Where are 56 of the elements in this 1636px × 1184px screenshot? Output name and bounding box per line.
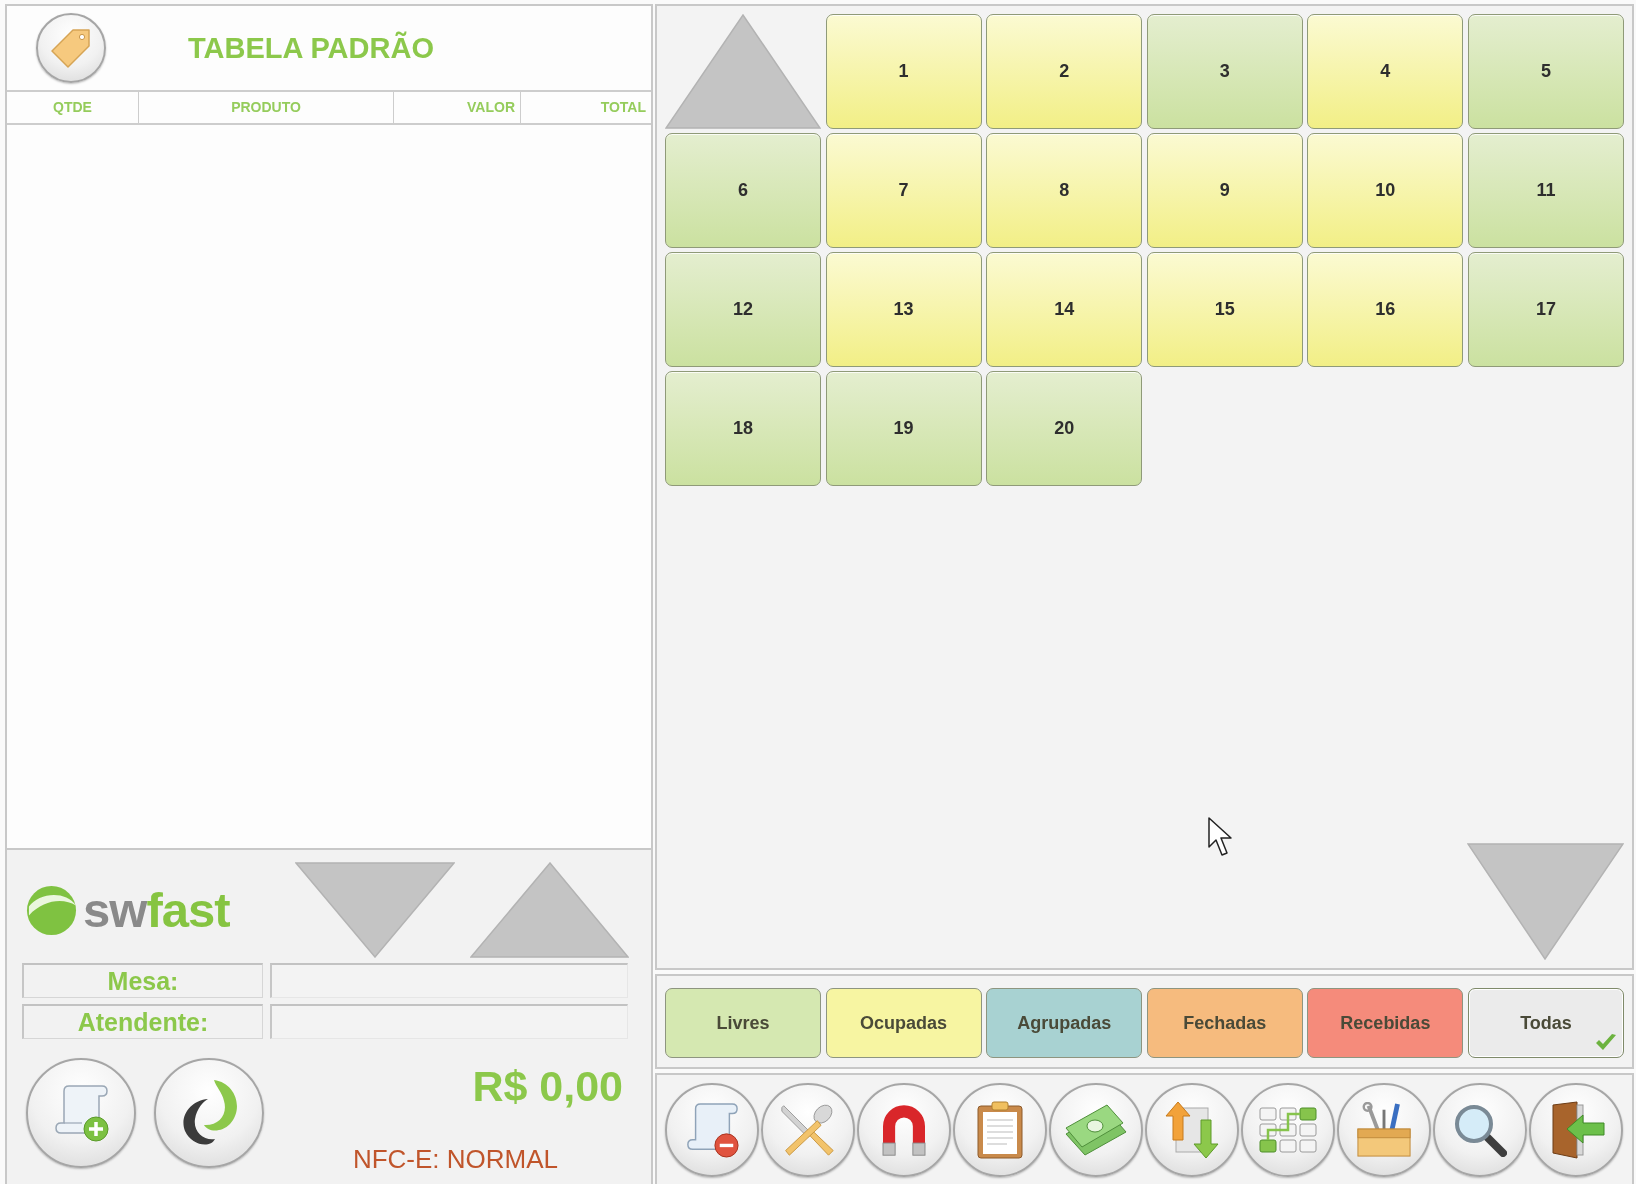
field-label: Mesa: bbox=[22, 963, 263, 998]
column-header: TOTAL bbox=[520, 92, 651, 123]
table-button[interactable]: 18 bbox=[665, 371, 821, 486]
column-header: QTDE bbox=[52, 98, 93, 117]
filter-button[interactable]: Ocupadas bbox=[825, 988, 982, 1058]
table-button[interactable]: 14 bbox=[986, 252, 1143, 367]
clipboard-icon bbox=[976, 1101, 1024, 1159]
up-down-arrows-icon bbox=[1165, 1101, 1219, 1159]
table-button[interactable]: 20 bbox=[986, 371, 1143, 486]
filter-button[interactable]: Fechadas bbox=[1146, 988, 1303, 1058]
input-field[interactable] bbox=[270, 1004, 628, 1039]
scroll-down-button[interactable] bbox=[295, 862, 455, 958]
table-button[interactable]: 19 bbox=[825, 371, 982, 486]
table-button[interactable]: 2 bbox=[986, 14, 1143, 129]
table-button[interactable]: 9 bbox=[1146, 133, 1303, 248]
field-label: Atendente: bbox=[22, 1004, 263, 1039]
table-button[interactable]: 12 bbox=[665, 252, 821, 367]
table-button[interactable]: 3 bbox=[1146, 14, 1303, 129]
logo-icon bbox=[26, 884, 77, 936]
column-header: VALOR bbox=[393, 92, 520, 123]
table-button[interactable]: 10 bbox=[1307, 133, 1464, 248]
table-button[interactable]: 16 bbox=[1307, 252, 1464, 367]
table-button[interactable]: 6 bbox=[665, 133, 821, 248]
header-title: TABELA PADRÃO bbox=[188, 33, 434, 63]
table-button[interactable]: 15 bbox=[1146, 252, 1303, 367]
flowchart-icon bbox=[1259, 1107, 1317, 1153]
input-field[interactable] bbox=[270, 963, 628, 998]
scroll-plus-icon bbox=[52, 1083, 110, 1143]
table-button[interactable]: 1 bbox=[825, 14, 982, 129]
table-button[interactable]: 11 bbox=[1467, 133, 1624, 248]
tag-icon bbox=[51, 28, 91, 68]
check-icon bbox=[1594, 1033, 1617, 1051]
table-button[interactable]: 8 bbox=[986, 133, 1143, 248]
total-amount: R$ 0,00 bbox=[472, 1065, 623, 1108]
filter-button[interactable]: Todas bbox=[1467, 988, 1624, 1058]
column-header: PRODUTO bbox=[138, 92, 393, 123]
table-button[interactable]: 5 bbox=[1467, 14, 1624, 129]
table-button[interactable]: 13 bbox=[825, 252, 982, 367]
table-button[interactable]: 7 bbox=[825, 133, 982, 248]
scroll-minus-icon bbox=[684, 1101, 740, 1159]
filter-button[interactable]: Agrupadas bbox=[986, 988, 1143, 1058]
status-text: NFC-E: NORMAL bbox=[352, 1146, 558, 1172]
scroll-up-button[interactable] bbox=[470, 862, 629, 958]
cursor-icon bbox=[1208, 817, 1234, 857]
filter-button[interactable]: Livres bbox=[665, 988, 821, 1058]
search-icon bbox=[1453, 1103, 1507, 1157]
toolbox-icon bbox=[1355, 1102, 1413, 1158]
table-button[interactable]: 17 bbox=[1467, 252, 1624, 367]
filter-button[interactable]: Recebidas bbox=[1307, 988, 1464, 1058]
utensils-icon bbox=[780, 1102, 836, 1158]
tag-button[interactable] bbox=[36, 13, 106, 83]
banknotes-icon bbox=[1065, 1104, 1127, 1156]
scroll-down-button[interactable] bbox=[1466, 843, 1624, 960]
logo-text: swfast bbox=[83, 885, 230, 935]
table-button[interactable]: 4 bbox=[1307, 14, 1464, 129]
scroll-up-button[interactable] bbox=[665, 14, 821, 129]
